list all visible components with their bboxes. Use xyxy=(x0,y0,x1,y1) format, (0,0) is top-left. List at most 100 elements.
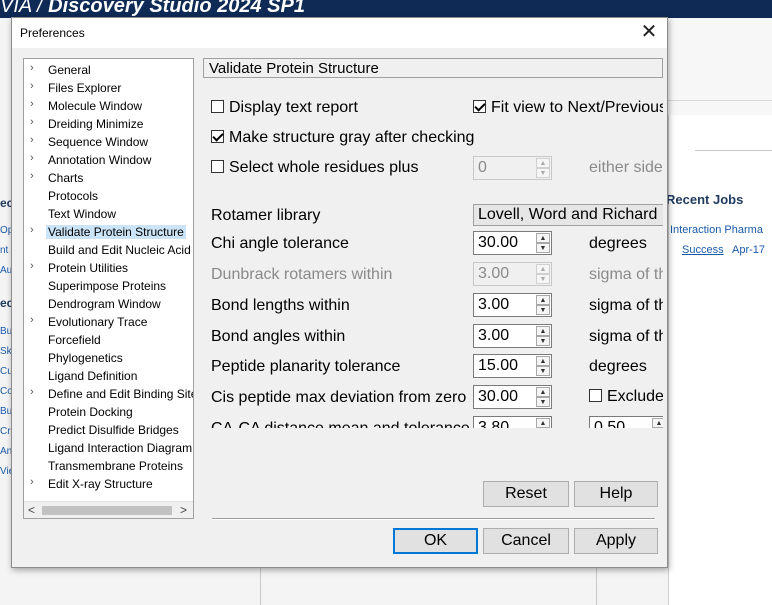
display-text-report-checkbox[interactable]: Display text report xyxy=(211,99,358,117)
checkbox-icon[interactable] xyxy=(211,100,224,113)
recent-job-status-link[interactable]: Success xyxy=(682,244,724,256)
chevron-right-icon[interactable]: › xyxy=(30,386,40,398)
tree-item[interactable]: Text Window xyxy=(24,205,193,223)
checkbox-icon[interactable] xyxy=(589,389,602,402)
tree-item[interactable]: › Molecule Window xyxy=(24,97,193,115)
tree-item[interactable]: › Sequence Window xyxy=(24,133,193,151)
spin-down-icon[interactable]: ▼ xyxy=(536,366,550,376)
tree-item-label: Charts xyxy=(48,171,84,185)
exclude-label: Exclude xyxy=(607,388,663,405)
tree-item[interactable]: › Define and Edit Binding Site xyxy=(24,385,193,403)
dialog-titlebar[interactable]: Preferences ✕ xyxy=(12,18,667,48)
rotamer-library-select[interactable]: Lovell, Word and Richard xyxy=(473,204,663,226)
tree-item[interactable]: › Annotation Window xyxy=(24,151,193,169)
tree-item[interactable]: Protein Docking xyxy=(24,403,193,421)
tree-item[interactable]: Predict Disulfide Bridges xyxy=(24,421,193,439)
tree-item[interactable]: › Files Explorer xyxy=(24,79,193,97)
chevron-right-icon[interactable]: › xyxy=(30,116,40,128)
background-column-line xyxy=(596,567,597,605)
ca-ca-mean-spinbox[interactable]: 3.80 ▲▼ xyxy=(473,416,552,428)
scroll-left-icon[interactable]: < xyxy=(28,503,35,517)
tree-horizontal-scrollbar[interactable]: < > xyxy=(24,501,193,518)
tree-item-label: Evolutionary Trace xyxy=(48,315,148,329)
select-whole-residues-spinbox[interactable]: 0 ▲ ▼ xyxy=(473,156,552,180)
tree-item[interactable]: Superimpose Proteins xyxy=(24,277,193,295)
checkbox-icon[interactable] xyxy=(211,160,224,173)
tree-item[interactable]: Ligand Interaction Diagram xyxy=(24,439,193,457)
tree-item[interactable]: › Validate Protein Structure xyxy=(24,223,193,241)
chevron-right-icon[interactable]: › xyxy=(30,134,40,146)
preferences-dialog: Preferences ✕ › General › Files Explorer › Mo… xyxy=(11,17,668,568)
ok-button[interactable]: OK xyxy=(393,528,478,554)
bond-lengths-unit: sigma of th xyxy=(589,297,663,314)
recent-jobs-heading: Recent Jobs xyxy=(666,192,744,207)
apply-button[interactable]: Apply xyxy=(574,528,658,554)
background-divider xyxy=(695,150,772,151)
spin-up-icon[interactable]: ▲ xyxy=(536,233,550,243)
chevron-right-icon[interactable]: › xyxy=(30,152,40,164)
chevron-right-icon[interactable]: › xyxy=(30,80,40,92)
tree-item[interactable]: › Protein Utilities xyxy=(24,259,193,277)
tree-item-label: Protein Docking xyxy=(48,405,133,419)
tree-item[interactable]: Dendrogram Window xyxy=(24,295,193,313)
cancel-button[interactable]: Cancel xyxy=(483,528,569,554)
chevron-right-icon[interactable]: › xyxy=(30,224,40,236)
spin-up-icon[interactable]: ▲ xyxy=(536,295,550,305)
tree-item[interactable]: Phylogenetics xyxy=(24,349,193,367)
cis-peptide-label: Cis peptide max deviation from zero xyxy=(211,389,467,406)
chevron-right-icon[interactable]: › xyxy=(30,62,40,74)
tree-item[interactable]: Protocols xyxy=(24,187,193,205)
spin-down-icon[interactable]: ▼ xyxy=(536,397,550,407)
make-gray-checkbox[interactable]: Make structure gray after checking xyxy=(211,129,474,147)
tree-item[interactable]: › Charts xyxy=(24,169,193,187)
select-whole-residues-checkbox[interactable]: Select whole residues plus xyxy=(211,159,418,177)
chevron-right-icon[interactable]: › xyxy=(30,170,40,182)
tree-item[interactable]: Transmembrane Proteins xyxy=(24,457,193,475)
close-icon[interactable]: ✕ xyxy=(637,21,661,45)
tree-item-label: Dendrogram Window xyxy=(48,297,161,311)
spin-up-icon[interactable]: ▲ xyxy=(536,158,550,168)
section-header: Validate Protein Structure xyxy=(203,58,663,78)
spin-up-icon[interactable]: ▲ xyxy=(536,418,550,428)
chevron-right-icon[interactable]: › xyxy=(30,314,40,326)
spin-down-icon[interactable]: ▼ xyxy=(536,336,550,346)
spin-down-icon[interactable]: ▼ xyxy=(536,274,550,284)
bond-angles-spinbox[interactable]: 3.00 ▲ ▼ xyxy=(473,324,552,348)
spin-down-icon[interactable]: ▼ xyxy=(536,305,550,315)
fit-view-checkbox[interactable]: Fit view to Next/Previous xyxy=(473,99,663,117)
checkbox-checked-icon[interactable] xyxy=(211,130,224,143)
tree-item[interactable]: Build and Edit Nucleic Acid xyxy=(24,241,193,259)
spin-up-icon[interactable]: ▲ xyxy=(536,356,550,366)
chevron-right-icon[interactable]: › xyxy=(30,98,40,110)
spin-down-icon[interactable]: ▼ xyxy=(536,243,550,253)
tree-item-label: Validate Protein Structure xyxy=(46,225,186,239)
recent-job-name[interactable]: Interaction Pharma xyxy=(670,224,763,236)
spin-up-icon[interactable]: ▲ xyxy=(536,264,550,274)
chevron-right-icon[interactable]: › xyxy=(30,260,40,272)
tree-item-label: General xyxy=(48,63,91,77)
peptide-planarity-spinbox[interactable]: 15.00 ▲ ▼ xyxy=(473,354,552,378)
ca-ca-tolerance-spinbox[interactable]: 0.50 ▲▼ xyxy=(589,416,663,428)
tree-item[interactable]: Ligand Definition xyxy=(24,367,193,385)
tree-item-label: Protocols xyxy=(48,189,99,203)
tree-item[interactable]: › Evolutionary Trace xyxy=(24,313,193,331)
scroll-right-icon[interactable]: > xyxy=(180,503,187,517)
tree-item[interactable]: › Dreiding Minimize xyxy=(24,115,193,133)
spin-up-icon[interactable]: ▲ xyxy=(652,418,663,428)
chi-angle-spinbox[interactable]: 30.00 ▲ ▼ xyxy=(473,231,552,255)
spin-down-icon[interactable]: ▼ xyxy=(536,168,550,178)
bond-lengths-spinbox[interactable]: 3.00 ▲ ▼ xyxy=(473,293,552,317)
scrollbar-thumb[interactable] xyxy=(42,506,172,515)
spin-up-icon[interactable]: ▲ xyxy=(536,326,550,336)
tree-item[interactable]: › Edit X-ray Structure xyxy=(24,475,193,493)
spin-up-icon[interactable]: ▲ xyxy=(536,387,550,397)
reset-button[interactable]: Reset xyxy=(483,481,569,507)
checkbox-checked-icon[interactable] xyxy=(473,100,486,113)
chevron-right-icon[interactable]: › xyxy=(30,476,40,488)
exclude-checkbox[interactable]: Exclude xyxy=(589,388,663,406)
tree-item[interactable]: › General xyxy=(24,61,193,79)
dunbrack-spinbox[interactable]: 3.00 ▲ ▼ xyxy=(473,262,552,286)
help-button[interactable]: Help xyxy=(574,481,658,507)
cis-peptide-spinbox[interactable]: 30.00 ▲ ▼ xyxy=(473,385,552,409)
tree-item[interactable]: Forcefield xyxy=(24,331,193,349)
